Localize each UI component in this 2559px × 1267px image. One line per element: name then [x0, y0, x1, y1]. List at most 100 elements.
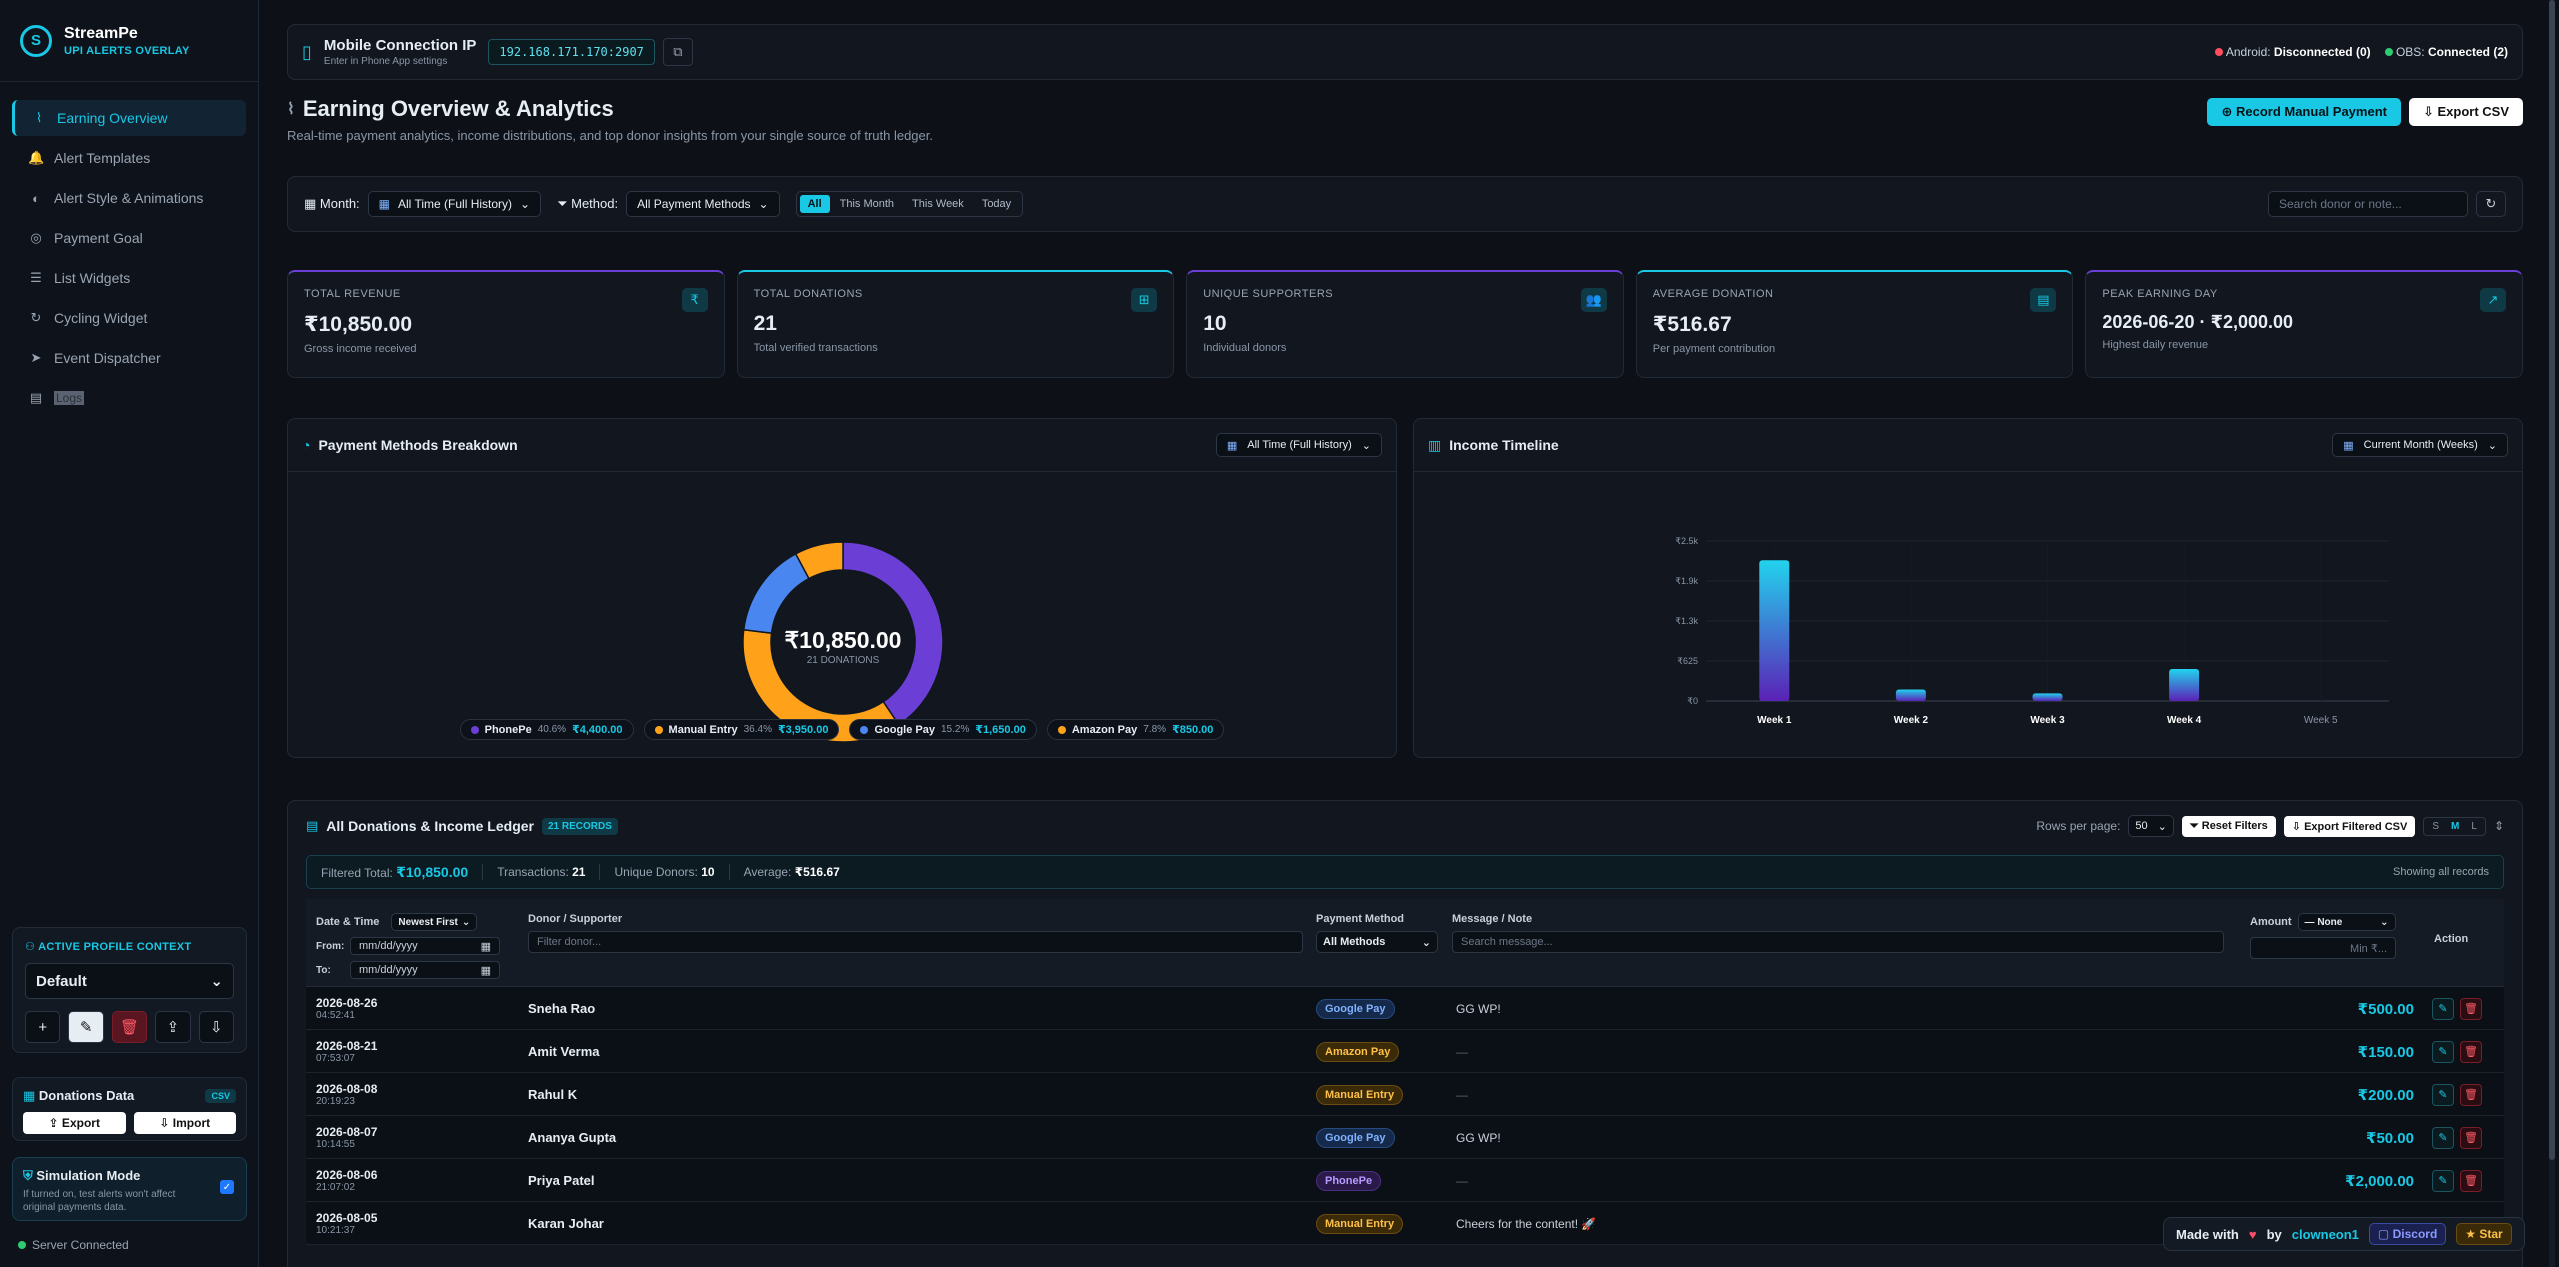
- range-this-week[interactable]: This Week: [904, 195, 972, 213]
- legend-amount: ₹3,950.00: [777, 724, 829, 736]
- legend-amount: ₹850.00: [1172, 724, 1214, 736]
- edit-profile-button[interactable]: ✎: [68, 1011, 104, 1043]
- edit-icon[interactable]: ✎: [2432, 1040, 2454, 1063]
- message-filter-input[interactable]: Search message...: [1452, 931, 2224, 953]
- ledger-icon: ▤: [306, 818, 319, 833]
- expand-icon[interactable]: ⇕: [2494, 819, 2504, 833]
- export-data-button[interactable]: ⇪ Export: [23, 1112, 126, 1134]
- donut-range-select[interactable]: ▦ All Time (Full History) ⌄: [1215, 433, 1382, 457]
- profile-select[interactable]: Default ⌄: [25, 963, 234, 999]
- obs-status: OBS: Connected (2): [2384, 45, 2508, 59]
- search-input[interactable]: Search donor or note...: [2268, 191, 2468, 217]
- bar-week-2[interactable]: [1895, 689, 1926, 701]
- row-donor: Priya Patel: [528, 1173, 595, 1188]
- author-link[interactable]: clowneon1: [2292, 1227, 2359, 1242]
- sidebar-item-logs[interactable]: ▤ Logs: [12, 380, 246, 416]
- legend-dot: [470, 725, 479, 734]
- sidebar-item-cycling-widget[interactable]: ↻ Cycling Widget: [12, 300, 246, 336]
- trash-icon[interactable]: 🗑: [2460, 1126, 2482, 1149]
- rows-per-page-select[interactable]: 50 ⌄: [2128, 815, 2174, 837]
- range-all[interactable]: All: [799, 195, 830, 213]
- page-subtitle: Real-time payment analytics, income dist…: [287, 128, 933, 143]
- donut-slice-google-pay[interactable]: [742, 552, 810, 634]
- table-row: 2026-08-08 20:19:23 Rahul K Manual Entry — ₹2…: [306, 1073, 2504, 1116]
- add-profile-button[interactable]: +: [25, 1011, 61, 1043]
- reset-filters-button[interactable]: ⏷ Reset Filters: [2181, 815, 2276, 837]
- sidebar-item-alert-templates[interactable]: 🔔 Alert Templates: [12, 140, 246, 176]
- bar-week-4[interactable]: [2169, 669, 2200, 701]
- edit-icon[interactable]: ✎: [2432, 1083, 2454, 1106]
- rupee-icon: ₹: [681, 288, 708, 312]
- copy-icon[interactable]: ⧉: [662, 38, 693, 66]
- ledger-summary: Filtered Total: ₹10,850.00 Transactions:…: [306, 855, 2504, 889]
- sort-select[interactable]: Newest First ⌄: [391, 913, 478, 931]
- row-date: 2026-08-08: [316, 1082, 378, 1096]
- trash-icon[interactable]: 🗑: [2460, 1040, 2482, 1063]
- date-to-input[interactable]: mm/dd/yyyy ▦: [350, 961, 500, 979]
- legend-name: Amazon Pay: [1071, 723, 1138, 736]
- density-l[interactable]: L: [2465, 820, 2483, 833]
- y-tick-label: ₹625: [1677, 656, 1698, 666]
- funnel-icon: ⏷: [557, 196, 568, 211]
- donor-filter-input[interactable]: Filter donor...: [528, 931, 1303, 953]
- sidebar-item-earning-overview[interactable]: ⌇ Earning Overview: [12, 100, 246, 136]
- method-select[interactable]: All Payment Methods ⌄: [626, 191, 780, 217]
- x-tick-label: Week 4: [2167, 715, 2202, 726]
- donut-chart: ₹10,850.00 21 DONATIONS: [742, 541, 944, 743]
- bar-week-3[interactable]: [2032, 693, 2063, 701]
- amount-filter-select[interactable]: — None ⌄: [2297, 913, 2396, 931]
- star-button[interactable]: ★ Star: [2456, 1223, 2512, 1245]
- legend-dot: [654, 725, 663, 734]
- month-select[interactable]: ▦ All Time (Full History) ⌄: [367, 191, 542, 217]
- sidebar-item-list-widgets[interactable]: ☰ List Widgets: [12, 260, 246, 296]
- export-filtered-csv-button[interactable]: ⇩ Export Filtered CSV: [2283, 815, 2416, 837]
- pie-icon: ◔: [302, 437, 311, 453]
- sidebar-item-alert-style-animations[interactable]: ◐ Alert Style & Animations: [12, 180, 246, 216]
- record-manual-payment-button[interactable]: ⊕ Record Manual Payment: [2207, 98, 2401, 126]
- method-label: ⏷ Method:: [557, 196, 619, 211]
- edit-icon[interactable]: ✎: [2432, 1126, 2454, 1149]
- bar-week-1[interactable]: [1759, 560, 1790, 701]
- trash-icon[interactable]: 🗑: [2460, 1169, 2482, 1192]
- sidebar-item-payment-goal[interactable]: ◎ Payment Goal: [12, 220, 246, 256]
- simulation-checkbox[interactable]: ✓: [220, 1180, 234, 1194]
- density-s[interactable]: S: [2426, 820, 2445, 833]
- x-tick-label: Week 2: [1894, 715, 1929, 726]
- edit-icon[interactable]: ✎: [2432, 1169, 2454, 1192]
- sidebar-item-label: Payment Goal: [54, 230, 143, 246]
- sidebar: S StreamPe UPI ALERTS OVERLAY ⌇ Earning O…: [0, 0, 259, 1267]
- export-csv-button[interactable]: ⇩ Export CSV: [2408, 98, 2523, 126]
- legend-item: Manual Entry 36.4% ₹3,950.00: [643, 719, 840, 740]
- min-amount-input[interactable]: Min ₹...: [2250, 937, 2396, 959]
- range-this-month[interactable]: This Month: [832, 195, 902, 213]
- trash-icon[interactable]: 🗑: [2460, 997, 2482, 1020]
- import-data-button[interactable]: ⇩ Import: [133, 1112, 236, 1134]
- refresh-button[interactable]: ↻: [2476, 191, 2506, 217]
- sidebar-item-label: Alert Templates: [54, 150, 151, 166]
- page-title: Earning Overview & Analytics: [302, 96, 614, 121]
- table-row: 2026-08-21 07:53:07 Amit Verma Amazon Pay — ₹…: [306, 1030, 2504, 1073]
- connection-title: Mobile Connection IP: [323, 37, 477, 54]
- bell-icon: 🔔: [28, 150, 45, 165]
- stat-label: TOTAL DONATIONS: [753, 288, 863, 300]
- density-m[interactable]: M: [2445, 820, 2465, 833]
- stat-subtitle: Total verified transactions: [753, 342, 878, 354]
- delete-profile-button[interactable]: 🗑: [111, 1011, 148, 1043]
- date-from-input[interactable]: mm/dd/yyyy ▦: [350, 937, 500, 955]
- range-today[interactable]: Today: [974, 195, 1019, 213]
- stat-value: ₹516.67: [1652, 313, 1732, 336]
- legend-name: Google Pay: [874, 723, 935, 736]
- download-profile-button[interactable]: ⇩: [198, 1011, 235, 1043]
- stat-subtitle: Per payment contribution: [1652, 343, 1776, 355]
- edit-icon[interactable]: ✎: [2432, 997, 2454, 1020]
- simulation-mode-panel: ⛨ Simulation Mode If turned on, test ale…: [12, 1157, 247, 1221]
- simulation-title: ⛨ Simulation Mode: [23, 1168, 141, 1183]
- sidebar-item-event-dispatcher[interactable]: ➤ Event Dispatcher: [12, 340, 246, 376]
- timeline-range-select[interactable]: ▦ Current Month (Weeks) ⌄: [2332, 433, 2508, 457]
- stat-subtitle: Highest daily revenue: [2102, 339, 2209, 351]
- page-scrollbar[interactable]: [2549, 0, 2555, 1267]
- upload-profile-button[interactable]: ⇪: [155, 1011, 191, 1043]
- discord-button[interactable]: ▢ Discord: [2368, 1223, 2447, 1245]
- method-filter-select[interactable]: All Methods ⌄: [1316, 931, 1438, 953]
- trash-icon[interactable]: 🗑: [2460, 1083, 2482, 1106]
